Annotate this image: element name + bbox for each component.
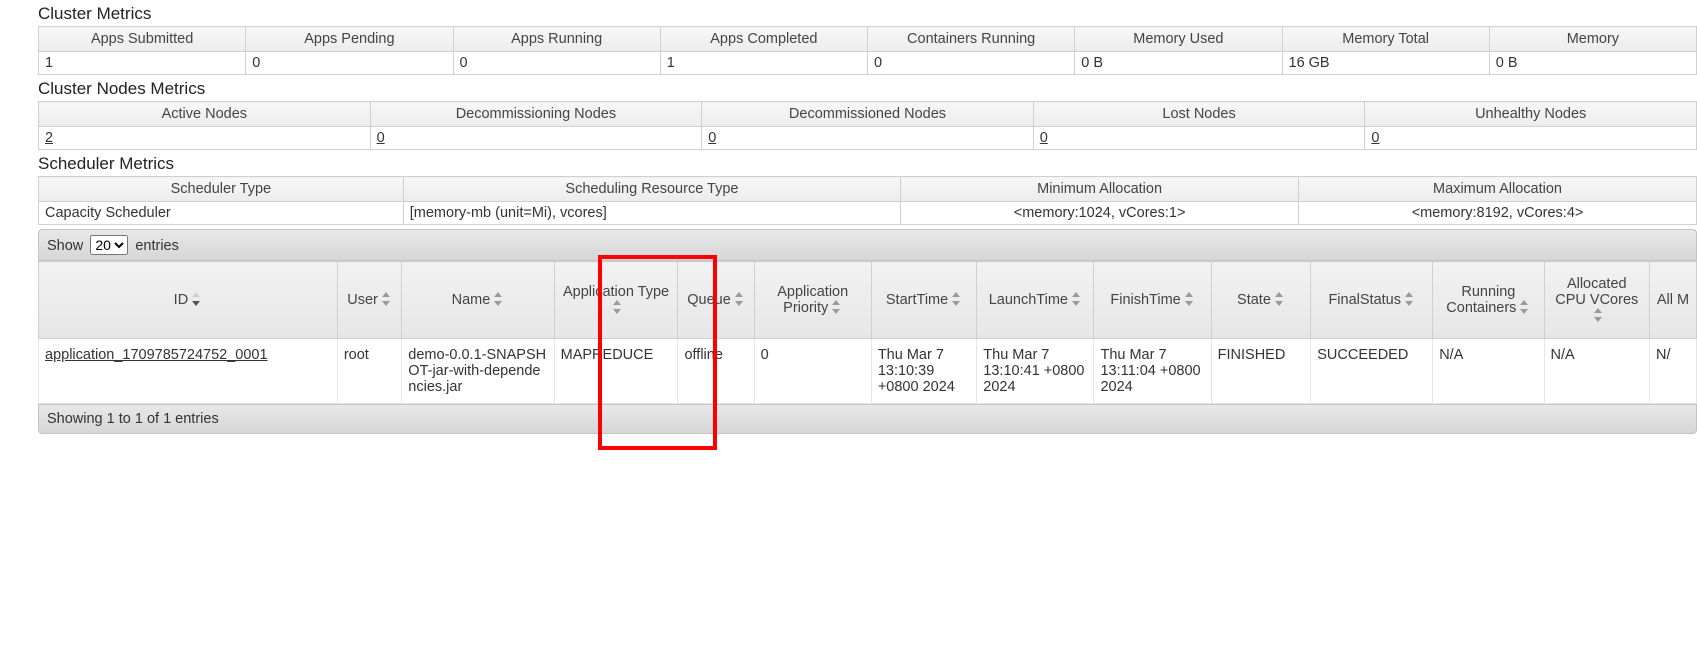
- td-unhealthy-nodes[interactable]: 0: [1365, 127, 1697, 150]
- td-final-status: SUCCEEDED: [1311, 339, 1433, 404]
- th-alloc-cpu[interactable]: Allocated CPU VCores: [1544, 262, 1649, 339]
- th-sched-resource-type[interactable]: Scheduling Resource Type: [403, 177, 900, 202]
- th-app-type[interactable]: Application Type: [554, 262, 678, 339]
- td-user: root: [337, 339, 401, 404]
- td-memory-used: 0 B: [1075, 52, 1282, 75]
- td-start-time: Thu Mar 7 13:10:39 +0800 2024: [871, 339, 976, 404]
- td-decommissioned-nodes[interactable]: 0: [702, 127, 1034, 150]
- td-containers-running: 0: [868, 52, 1075, 75]
- section-scheduler-metrics: Scheduler Metrics: [38, 154, 1697, 174]
- td-finish-time: Thu Mar 7 13:11:04 +0800 2024: [1094, 339, 1211, 404]
- entries-toolbar: Show 20 entries: [38, 229, 1697, 261]
- applications-table: ID User Name Application Type Queue Appl…: [38, 261, 1697, 404]
- td-priority: 0: [754, 339, 871, 404]
- th-final-status[interactable]: FinalStatus: [1311, 262, 1433, 339]
- td-launch-time: Thu Mar 7 13:10:41 +0800 2024: [977, 339, 1094, 404]
- th-state[interactable]: State: [1211, 262, 1311, 339]
- show-label: Show: [47, 238, 83, 254]
- td-memory-extra: 0 B: [1489, 52, 1696, 75]
- td-running-containers: N/A: [1433, 339, 1544, 404]
- td-memory-total: 16 GB: [1282, 52, 1489, 75]
- th-apps-completed[interactable]: Apps Completed: [660, 27, 867, 52]
- th-all-m[interactable]: All M: [1650, 262, 1697, 339]
- td-id[interactable]: application_1709785724752_0001: [39, 339, 338, 404]
- table-footer: Showing 1 to 1 of 1 entries: [38, 404, 1697, 434]
- th-apps-pending[interactable]: Apps Pending: [246, 27, 453, 52]
- td-apps-pending: 0: [246, 52, 453, 75]
- entries-label: entries: [135, 238, 179, 254]
- th-containers-running[interactable]: Containers Running: [868, 27, 1075, 52]
- th-lost-nodes[interactable]: Lost Nodes: [1033, 102, 1365, 127]
- td-max-alloc: <memory:8192, vCores:4>: [1299, 202, 1697, 225]
- th-min-alloc[interactable]: Minimum Allocation: [901, 177, 1299, 202]
- td-active-nodes[interactable]: 2: [39, 127, 371, 150]
- th-decommissioned-nodes[interactable]: Decommissioned Nodes: [702, 102, 1034, 127]
- section-cluster-nodes-metrics: Cluster Nodes Metrics: [38, 79, 1697, 99]
- th-apps-running[interactable]: Apps Running: [453, 27, 660, 52]
- th-memory-used[interactable]: Memory Used: [1075, 27, 1282, 52]
- td-apps-submitted: 1: [39, 52, 246, 75]
- th-launch-time[interactable]: LaunchTime: [977, 262, 1094, 339]
- td-all-m: N/: [1650, 339, 1697, 404]
- th-memory-extra[interactable]: Memory: [1489, 27, 1696, 52]
- th-user[interactable]: User: [337, 262, 401, 339]
- td-sched-resource-type: [memory-mb (unit=Mi), vcores]: [403, 202, 900, 225]
- td-min-alloc: <memory:1024, vCores:1>: [901, 202, 1299, 225]
- th-start-time[interactable]: StartTime: [871, 262, 976, 339]
- td-apps-completed: 1: [660, 52, 867, 75]
- nodes-metrics-table: Active Nodes Decommissioning Nodes Decom…: [38, 101, 1697, 150]
- td-lost-nodes[interactable]: 0: [1033, 127, 1365, 150]
- th-unhealthy-nodes[interactable]: Unhealthy Nodes: [1365, 102, 1697, 127]
- th-finish-time[interactable]: FinishTime: [1094, 262, 1211, 339]
- section-cluster-metrics: Cluster Metrics: [38, 4, 1697, 24]
- th-memory-total[interactable]: Memory Total: [1282, 27, 1489, 52]
- th-priority[interactable]: Application Priority: [754, 262, 871, 339]
- th-name[interactable]: Name: [402, 262, 554, 339]
- td-apps-running: 0: [453, 52, 660, 75]
- td-name: demo-0.0.1-SNAPSHOT-jar-with-dependencie…: [402, 339, 554, 404]
- th-running-containers[interactable]: Running Containers: [1433, 262, 1544, 339]
- th-queue[interactable]: Queue: [678, 262, 754, 339]
- th-active-nodes[interactable]: Active Nodes: [39, 102, 371, 127]
- th-apps-submitted[interactable]: Apps Submitted: [39, 27, 246, 52]
- scheduler-metrics-table: Scheduler Type Scheduling Resource Type …: [38, 176, 1697, 225]
- th-decommissioning-nodes[interactable]: Decommissioning Nodes: [370, 102, 702, 127]
- th-scheduler-type[interactable]: Scheduler Type: [39, 177, 404, 202]
- td-decommissioning-nodes[interactable]: 0: [370, 127, 702, 150]
- td-scheduler-type: Capacity Scheduler: [39, 202, 404, 225]
- page-size-select[interactable]: 20: [90, 235, 128, 255]
- th-id[interactable]: ID: [39, 262, 338, 339]
- td-queue: offline: [678, 339, 754, 404]
- cluster-metrics-table: Apps Submitted Apps Pending Apps Running…: [38, 26, 1697, 75]
- td-state: FINISHED: [1211, 339, 1311, 404]
- table-row: application_1709785724752_0001 root demo…: [39, 339, 1697, 404]
- td-alloc-cpu: N/A: [1544, 339, 1649, 404]
- td-app-type: MAPREDUCE: [554, 339, 678, 404]
- th-max-alloc[interactable]: Maximum Allocation: [1299, 177, 1697, 202]
